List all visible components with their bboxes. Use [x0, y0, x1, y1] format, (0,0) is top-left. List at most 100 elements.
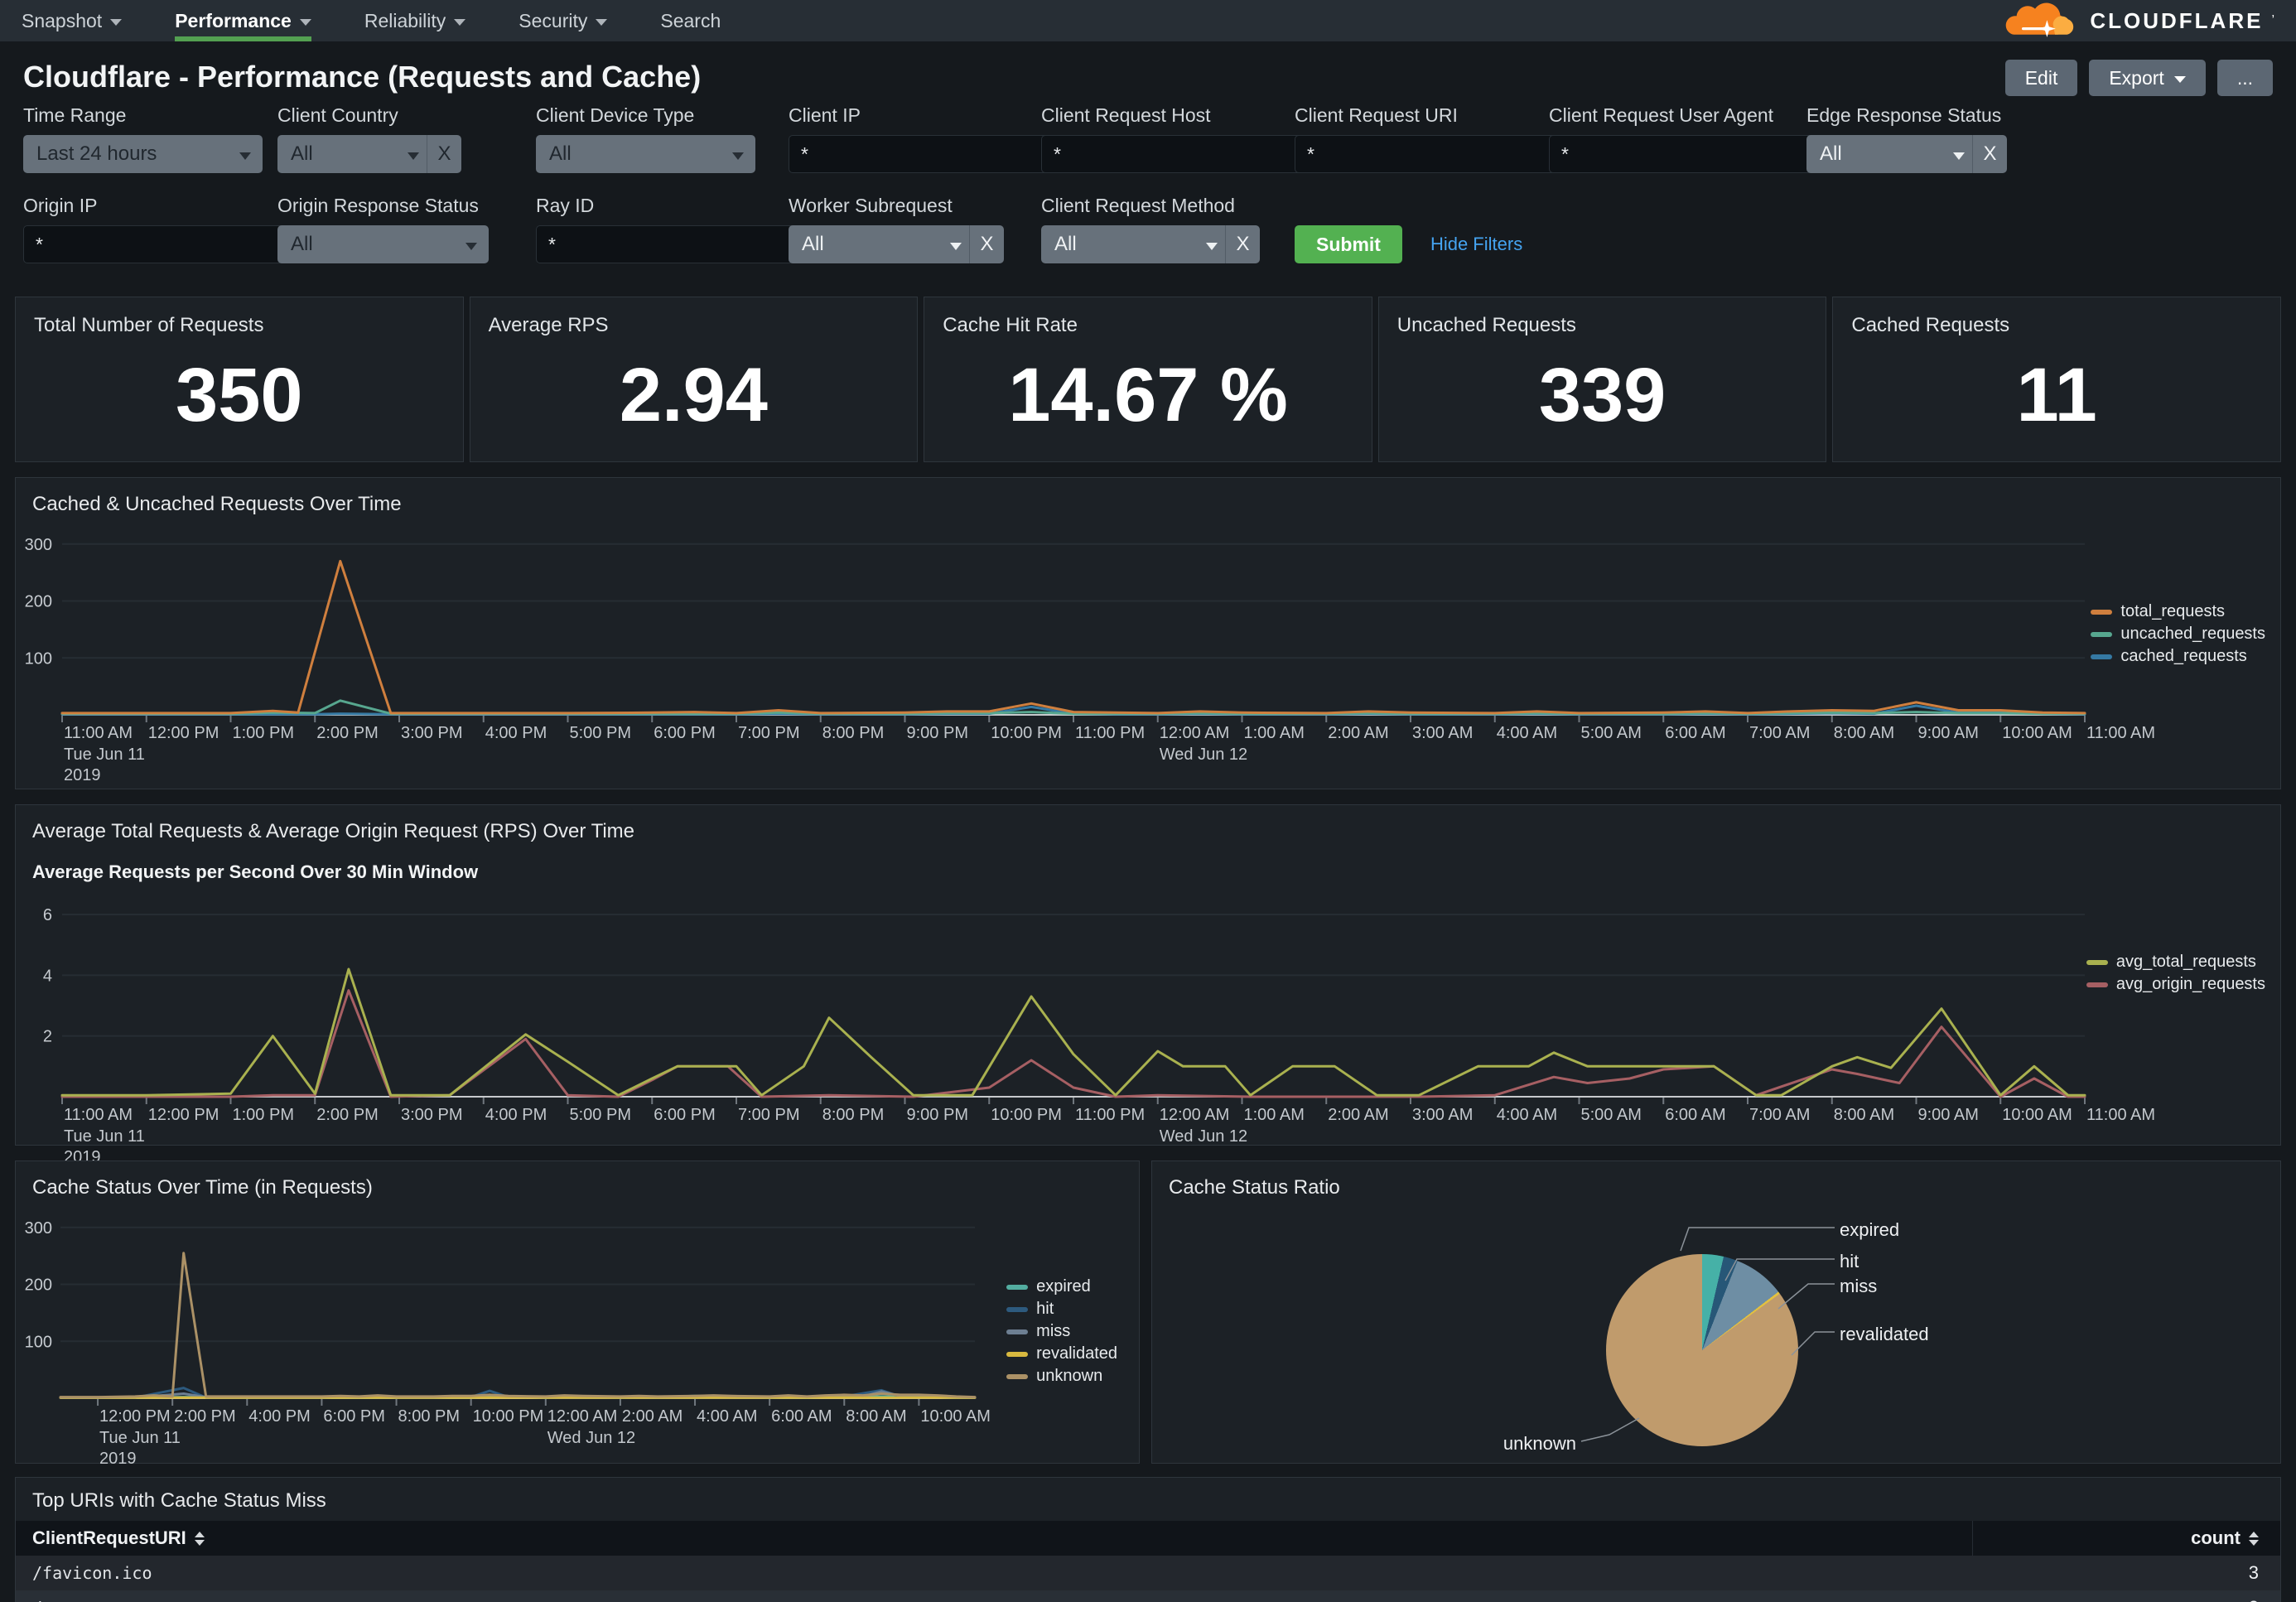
chart-legend: avg_total_requestsavg_origin_requests	[2086, 953, 2265, 994]
select-value: All	[536, 142, 732, 166]
svg-text:7:00 AM: 7:00 AM	[1749, 1106, 1810, 1124]
filter-input-client-request-uri[interactable]	[1295, 135, 1565, 173]
brand-text: CLOUDFLARE	[2090, 8, 2263, 34]
svg-text:Wed Jun 12: Wed Jun 12	[1160, 1127, 1247, 1146]
svg-text:4: 4	[43, 967, 52, 985]
svg-text:2019: 2019	[64, 766, 101, 783]
filter-label: Ray ID	[536, 195, 780, 217]
clear-filter-button[interactable]: X	[969, 225, 1004, 263]
nav-item-snapshot[interactable]: Snapshot	[22, 0, 122, 41]
filter-control: All X	[277, 135, 461, 173]
legend-swatch	[2091, 632, 2112, 637]
filter-field-time-range: Time RangeLast 24 hours	[23, 104, 263, 173]
svg-text:8:00 PM: 8:00 PM	[822, 1106, 884, 1124]
svg-text:9:00 PM: 9:00 PM	[907, 1106, 968, 1124]
hide-filters-link[interactable]: Hide Filters	[1430, 225, 1522, 263]
svg-text:6:00 AM: 6:00 AM	[1665, 1106, 1725, 1124]
svg-text:12:00 AM: 12:00 AM	[1160, 724, 1230, 742]
filter-select-client-request-method[interactable]: All	[1041, 225, 1229, 263]
svg-text:9:00 PM: 9:00 PM	[907, 724, 968, 742]
table-row[interactable]: /2	[16, 1590, 2280, 1602]
clear-filter-button[interactable]: X	[1972, 135, 2007, 173]
svg-text:4:00 AM: 4:00 AM	[1497, 724, 1557, 742]
filter-select-origin-response-status[interactable]: All	[277, 225, 489, 263]
stat-panels-row: Total Number of Requests350Average RPS2.…	[0, 285, 2296, 462]
cloudflare-logo: CLOUDFLARE’	[2002, 0, 2274, 41]
filter-field-client-request-host: Client Request Host	[1041, 104, 1292, 173]
svg-text:11:00 PM: 11:00 PM	[1075, 1106, 1145, 1124]
svg-text:2019: 2019	[99, 1450, 136, 1466]
legend-label: avg_total_requests	[2116, 953, 2256, 972]
filter-select-worker-subrequest[interactable]: All	[789, 225, 973, 263]
cell-clientrequesturi[interactable]: /	[16, 1598, 1972, 1602]
svg-text:4:00 PM: 4:00 PM	[485, 1106, 547, 1124]
filter-select-time-range[interactable]: Last 24 hours	[23, 135, 263, 173]
svg-text:8:00 PM: 8:00 PM	[822, 724, 884, 742]
filter-label: Client Device Type	[536, 104, 755, 127]
export-button[interactable]: Export	[2089, 60, 2205, 96]
nav-item-reliability[interactable]: Reliability	[364, 0, 465, 41]
filter-control: All	[277, 225, 489, 263]
stat-panel-uncached-requests: Uncached Requests339	[1378, 297, 1827, 462]
svg-text:11:00 AM: 11:00 AM	[2086, 724, 2155, 742]
svg-text:5:00 AM: 5:00 AM	[1581, 724, 1642, 742]
filter-field-worker-subrequest: Worker SubrequestAllX	[789, 195, 1004, 263]
clear-filter-button[interactable]: X	[427, 135, 461, 173]
nav-item-security[interactable]: Security	[519, 0, 607, 41]
column-header-clientrequesturi[interactable]: ClientRequestURI	[16, 1527, 1972, 1549]
clear-filter-button[interactable]: X	[1225, 225, 1260, 263]
svg-text:6: 6	[43, 906, 52, 924]
legend-swatch	[1006, 1374, 1028, 1379]
legend-item-unknown: unknown	[1006, 1367, 1117, 1386]
pie-label-hit: hit	[1840, 1251, 1859, 1272]
legend-label: unknown	[1036, 1367, 1102, 1386]
nav-item-performance[interactable]: Performance	[175, 0, 311, 41]
filter-select-edge-response-status[interactable]: All	[1806, 135, 1976, 173]
filter-input-origin-ip[interactable]	[23, 225, 293, 263]
svg-text:2:00 PM: 2:00 PM	[316, 724, 378, 742]
svg-text:300: 300	[25, 1219, 52, 1238]
svg-text:11:00 PM: 11:00 PM	[1075, 724, 1145, 742]
chevron-down-icon	[1953, 152, 1965, 160]
legend-item-uncached_requests: uncached_requests	[2091, 625, 2265, 644]
filter-label: Edge Response Status	[1806, 104, 2007, 127]
table-title: Top URIs with Cache Status Miss	[16, 1478, 2280, 1513]
filter-select-client-device-type[interactable]: All	[536, 135, 755, 173]
chart-subtitle: Average Requests per Second Over 30 Min …	[16, 843, 2280, 883]
svg-text:6:00 AM: 6:00 AM	[1665, 724, 1725, 742]
filter-label: Client Request URI	[1295, 104, 1546, 127]
select-value: All	[277, 233, 465, 256]
chart-panel-average-rps-over-time: Average Total Requests & Average Origin …	[15, 804, 2281, 1146]
filter-input-ray-id[interactable]	[536, 225, 806, 263]
svg-text:10:00 AM: 10:00 AM	[2002, 724, 2072, 742]
svg-text:10:00 PM: 10:00 PM	[473, 1407, 544, 1426]
filter-field-edge-response-status: Edge Response Status AllX	[1806, 104, 2007, 173]
svg-text:10:00 PM: 10:00 PM	[991, 1106, 1062, 1124]
filter-input-client-request-user-agent[interactable]	[1549, 135, 1819, 173]
submit-button[interactable]: Submit	[1295, 225, 1402, 263]
filter-input-client-request-host[interactable]	[1041, 135, 1311, 173]
table-row[interactable]: /favicon.ico3	[16, 1556, 2280, 1590]
edit-button[interactable]: Edit	[2005, 60, 2078, 96]
filter-select-client-country[interactable]: All	[277, 135, 431, 173]
select-value: All	[277, 142, 408, 166]
filter-input-client-ip[interactable]	[789, 135, 1059, 173]
cell-clientrequesturi[interactable]: /favicon.ico	[16, 1563, 1972, 1583]
svg-text:3:00 PM: 3:00 PM	[401, 1106, 462, 1124]
svg-text:Tue Jun 11: Tue Jun 11	[64, 1127, 145, 1146]
legend-swatch	[2091, 610, 2112, 615]
more-button[interactable]: ...	[2217, 60, 2273, 96]
svg-text:2: 2	[43, 1028, 52, 1046]
svg-text:1:00 PM: 1:00 PM	[233, 1106, 294, 1124]
filter-field-origin-ip: Origin IP	[23, 195, 263, 263]
column-header-count[interactable]: count	[1972, 1521, 2280, 1556]
stat-panel-cache-hit-rate: Cache Hit Rate14.67 %	[924, 297, 1372, 462]
nav-item-search[interactable]: Search	[660, 0, 721, 41]
pie-label-miss: miss	[1840, 1276, 1877, 1297]
filter-label: Origin IP	[23, 195, 263, 217]
svg-text:12:00 PM: 12:00 PM	[148, 724, 219, 742]
pie-label-expired: expired	[1840, 1219, 1899, 1241]
pie-label-revalidated: revalidated	[1840, 1324, 1929, 1345]
legend-label: cached_requests	[2120, 647, 2246, 666]
table-panel-top-uris: Top URIs with Cache Status Miss ClientRe…	[15, 1477, 2281, 1602]
